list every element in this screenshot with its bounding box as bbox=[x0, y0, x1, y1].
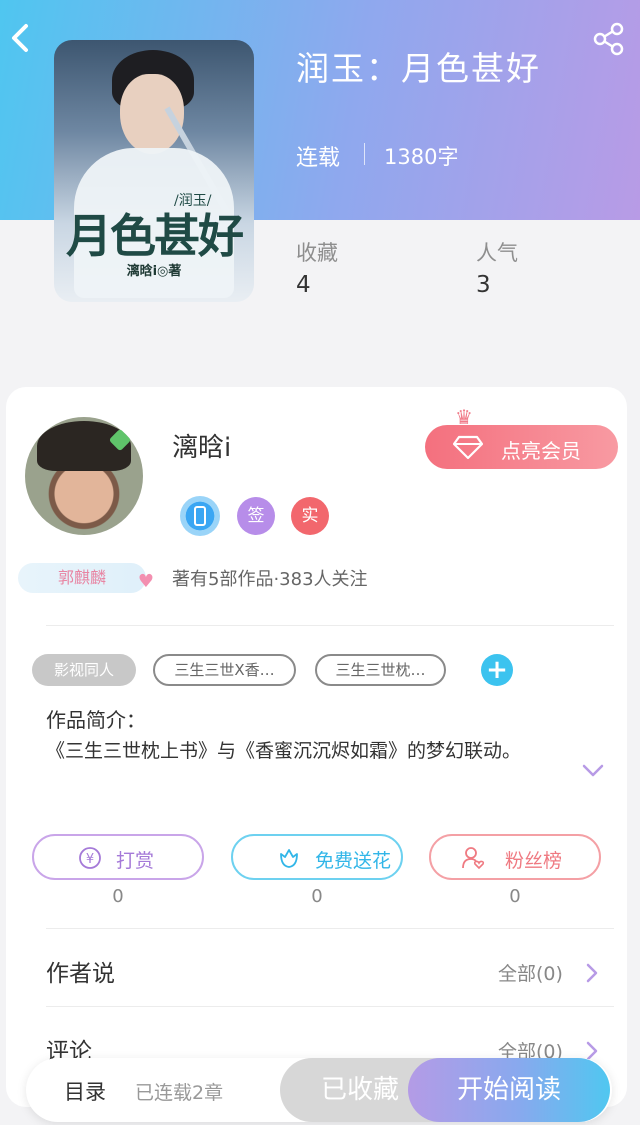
chevron-down-icon[interactable] bbox=[580, 760, 606, 780]
stat-value-popularity: 3 bbox=[476, 272, 491, 298]
reward-button[interactable]: ¥ 打赏 bbox=[32, 834, 204, 880]
meta-divider bbox=[364, 143, 365, 165]
author-says-title[interactable]: 作者说 bbox=[46, 954, 115, 988]
back-button[interactable] bbox=[6, 20, 42, 60]
divider bbox=[46, 928, 614, 929]
chevron-right-icon[interactable] bbox=[585, 962, 599, 984]
diamond-icon bbox=[453, 435, 483, 460]
fans-ranking-button[interactable]: 粉丝榜 bbox=[429, 834, 601, 880]
phone-badge-icon[interactable] bbox=[180, 496, 220, 536]
intro-text: 《三生三世枕上书》与《香蜜沉沉烬如霜》的梦幻联动。 bbox=[46, 740, 522, 762]
chapter-count: 已连载2章 bbox=[135, 1082, 224, 1104]
add-tag-button[interactable]: + bbox=[481, 654, 513, 686]
send-flower-label: 免费送花 bbox=[315, 850, 392, 872]
flower-icon bbox=[280, 849, 298, 868]
author-says-more[interactable]: 全部(0) bbox=[498, 959, 563, 986]
divider bbox=[46, 625, 614, 626]
yen-icon: ¥ bbox=[79, 847, 101, 869]
book-title: 润玉：月色甚好 bbox=[296, 49, 541, 88]
flower-count: 0 bbox=[311, 886, 323, 907]
intro-title: 作品简介： bbox=[46, 708, 146, 732]
tag-item[interactable]: 三生三世X香… bbox=[153, 654, 296, 686]
cover-author-mark: 漓晗i◎著 bbox=[126, 264, 182, 279]
fan-tag[interactable]: 郭麒麟 bbox=[18, 563, 154, 597]
share-icon bbox=[593, 22, 624, 56]
stat-label-popularity: 人气 bbox=[476, 241, 518, 265]
fans-ranking-label: 粉丝榜 bbox=[505, 850, 563, 872]
tag-item[interactable]: 三生三世枕… bbox=[315, 654, 446, 686]
cover-title-art: 月色甚好 bbox=[66, 209, 244, 263]
verified-badge-icon[interactable]: 实 bbox=[291, 497, 329, 535]
share-button[interactable] bbox=[590, 20, 630, 60]
stat-value-favorites: 4 bbox=[296, 272, 311, 298]
vip-button-label: 点亮会员 bbox=[501, 439, 581, 463]
reward-label: 打赏 bbox=[116, 850, 155, 872]
author-stats: 著有5部作品·383人关注 bbox=[172, 569, 368, 590]
fans-icon bbox=[462, 847, 485, 870]
sign-badge-icon[interactable]: 签 bbox=[237, 497, 275, 535]
book-cover[interactable]: /润玉/ 月色甚好 漓晗i◎著 bbox=[54, 40, 254, 302]
send-flower-button[interactable]: 免费送花 bbox=[231, 834, 403, 880]
divider bbox=[46, 1006, 614, 1007]
chevron-left-icon bbox=[12, 24, 28, 52]
reward-count: 0 bbox=[112, 886, 124, 907]
vip-button[interactable]: ♛ 点亮会员 bbox=[425, 405, 618, 469]
table-of-contents-button[interactable]: 目录 bbox=[64, 1076, 106, 1106]
book-status: 连载 bbox=[296, 146, 341, 171]
book-word-count: 1380字 bbox=[384, 145, 459, 169]
author-name[interactable]: 漓晗i bbox=[172, 427, 231, 464]
fans-count: 0 bbox=[509, 886, 521, 907]
crown-icon: ♛ bbox=[455, 405, 473, 429]
svg-text:¥: ¥ bbox=[86, 852, 94, 867]
tag-category[interactable]: 影视同人 bbox=[32, 654, 136, 686]
stat-label-favorites: 收藏 bbox=[296, 241, 338, 265]
start-reading-button[interactable]: 开始阅读 bbox=[408, 1058, 610, 1122]
